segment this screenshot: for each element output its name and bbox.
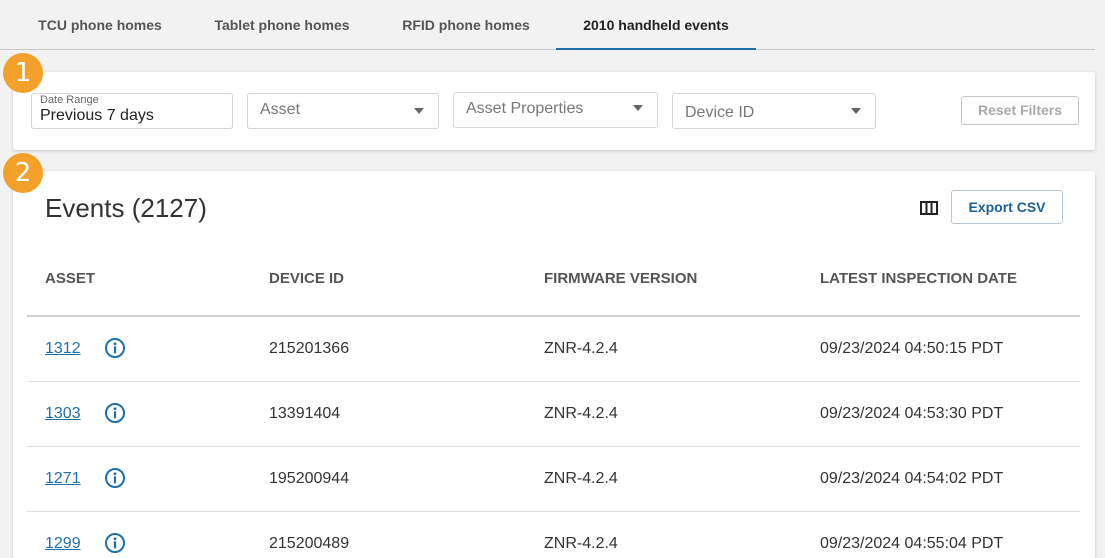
column-header-latest-inspection-date[interactable]: LATEST INSPECTION DATE [820, 270, 1017, 287]
inspection-date-cell: 09/23/2024 04:50:15 PDT [820, 340, 1004, 357]
tab-2010-handheld-events[interactable]: 2010 handheld events [556, 0, 756, 50]
firmware-version-cell: ZNR-4.2.4 [544, 405, 618, 422]
date-range-value: Previous 7 days [40, 107, 154, 124]
inspection-date-cell: 09/23/2024 04:55:04 PDT [820, 535, 1004, 552]
table-row: 1299 215200489 ZNR-4.2.4 09/23/2024 04:55:0… [27, 512, 1080, 558]
tab-bar: TCU phone homes Tablet phone homes RFID … [0, 0, 1095, 50]
table-row: 1271 195200944 ZNR-4.2.4 09/23/2024 04:54:0… [27, 447, 1080, 512]
firmware-version-cell: ZNR-4.2.4 [544, 340, 618, 357]
export-csv-button[interactable]: Export CSV [951, 190, 1063, 224]
info-icon[interactable] [104, 467, 126, 489]
filters-panel: Date Range Previous 7 days Asset Asset P… [13, 72, 1095, 150]
firmware-version-cell: ZNR-4.2.4 [544, 535, 618, 552]
asset-properties-select[interactable]: Asset Properties [453, 92, 658, 128]
device-id-cell: 195200944 [269, 470, 350, 487]
table-row: 1303 13391404 ZNR-4.2.4 09/23/2024 04:53:30… [27, 382, 1080, 447]
asset-placeholder: Asset [260, 101, 301, 118]
device-id-cell: 13391404 [269, 405, 341, 422]
chevron-down-icon [851, 108, 861, 114]
date-range-label: Date Range [40, 94, 99, 106]
events-title: Events (2127) [45, 193, 207, 223]
tab-tcu-phone-homes[interactable]: TCU phone homes [22, 0, 178, 50]
step-badge-2: 2 [3, 153, 43, 193]
info-icon[interactable] [104, 532, 126, 554]
events-panel: Events (2127) Export CSV ASSET DEVICE ID… [13, 171, 1095, 558]
column-header-firmware-version[interactable]: FIRMWARE VERSION [544, 270, 697, 287]
asset-select[interactable]: Asset [247, 93, 439, 129]
device-id-cell: 215200489 [269, 535, 350, 552]
column-header-asset[interactable]: ASSET [45, 270, 95, 287]
asset-link[interactable]: 1312 [45, 340, 81, 358]
asset-link[interactable]: 1303 [45, 405, 81, 423]
asset-link[interactable]: 1299 [45, 535, 81, 553]
table-row: 1312 215201366 ZNR-4.2.4 09/23/2024 04:50:1… [27, 317, 1080, 382]
asset-link[interactable]: 1271 [45, 470, 81, 488]
step-badge-1: 1 [3, 53, 43, 93]
device-id-select[interactable]: Device ID [672, 93, 876, 129]
info-icon[interactable] [104, 337, 126, 359]
info-icon[interactable] [104, 402, 126, 424]
chevron-down-icon [414, 108, 424, 114]
inspection-date-cell: 09/23/2024 04:54:02 PDT [820, 470, 1004, 487]
reset-filters-button[interactable]: Reset Filters [961, 96, 1079, 125]
device-id-placeholder: Device ID [685, 104, 755, 121]
column-header-device-id[interactable]: DEVICE ID [269, 270, 344, 287]
firmware-version-cell: ZNR-4.2.4 [544, 470, 618, 487]
device-id-cell: 215201366 [269, 340, 350, 357]
columns-icon[interactable] [920, 201, 938, 215]
inspection-date-cell: 09/23/2024 04:53:30 PDT [820, 405, 1004, 422]
tab-rfid-phone-homes[interactable]: RFID phone homes [386, 0, 546, 50]
tab-tablet-phone-homes[interactable]: Tablet phone homes [196, 0, 368, 50]
chevron-down-icon [633, 105, 643, 111]
date-range-field[interactable]: Date Range Previous 7 days [31, 93, 233, 129]
asset-properties-placeholder: Asset Properties [466, 100, 584, 117]
